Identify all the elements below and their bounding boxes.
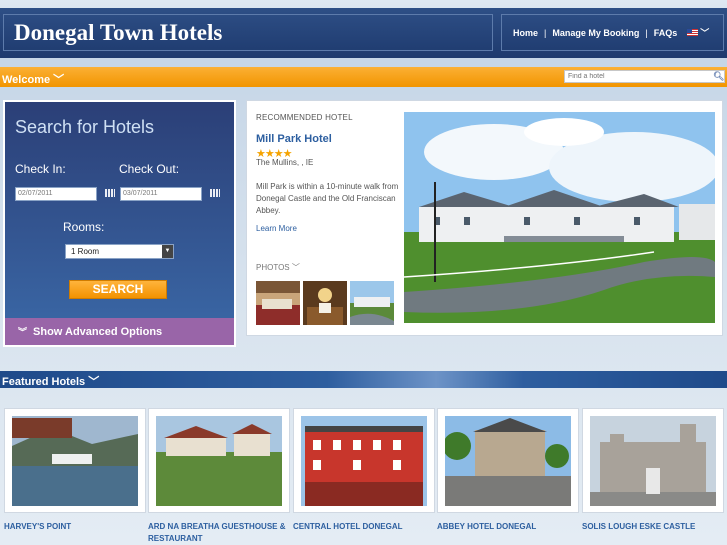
featured-hotel-name[interactable]: ABBEY HOTEL DONEGAL (437, 521, 579, 533)
chevron-down-icon: ﹀ (53, 74, 65, 86)
featured-toggle[interactable]: Featured Hotels ﹀ (2, 373, 99, 389)
find-hotel-input[interactable] (564, 70, 725, 83)
featured-hotel-name[interactable]: HARVEY'S POINT (4, 521, 146, 533)
hotel-location: The Mullins, , IE (256, 158, 314, 167)
nav-manage-booking-link[interactable]: Manage My Booking (552, 28, 639, 38)
welcome-label: Welcome (2, 74, 51, 86)
title-box: Donegal Town Hotels (3, 14, 493, 51)
featured-hotels-bar: Featured Hotels ﹀ (0, 371, 727, 388)
flag-icon[interactable] (687, 29, 699, 36)
check-in-input[interactable]: 02/07/2011 (15, 187, 97, 201)
rooms-label: Rooms: (63, 220, 105, 234)
recommended-label: RECOMMENDED HOTEL (256, 113, 353, 122)
search-button[interactable]: SEARCH (69, 280, 167, 299)
advanced-options-toggle[interactable]: ︾ Show Advanced Options (5, 318, 234, 345)
photos-label: PHOTOS (256, 263, 290, 272)
site-header: Donegal Town Hotels Home | Manage My Boo… (0, 8, 727, 58)
rooms-select-value: 1 Room (71, 247, 100, 256)
rooms-select[interactable]: 1 Room ▼ (65, 244, 174, 259)
hotel-image-central-hotel (301, 416, 427, 506)
nav-faqs-link[interactable]: FAQs (654, 28, 678, 38)
nav-separator: | (544, 27, 547, 38)
hotel-description: Mill Park is within a 10-minute walk fro… (256, 182, 399, 215)
photo-thumbnail-interior[interactable] (303, 281, 347, 325)
nav-separator: | (645, 27, 648, 38)
featured-hotel-card[interactable] (582, 408, 724, 513)
check-in-label: Check In: (15, 162, 66, 176)
hotel-image-ard-na-breatha (156, 416, 282, 506)
hotel-image-solis-lough-eske (590, 416, 716, 506)
featured-hotel-card[interactable] (437, 408, 579, 513)
featured-label: Featured Hotels (2, 376, 86, 388)
featured-hotel-card[interactable] (148, 408, 290, 513)
double-chevron-down-icon: ︾ (18, 327, 28, 337)
photos-toggle[interactable]: PHOTOS ﹀ (256, 262, 300, 273)
recommended-hotel-image (404, 112, 715, 323)
featured-hotel-name[interactable]: CENTRAL HOTEL DONEGAL (293, 521, 435, 533)
chevron-down-icon: ﹀ (291, 263, 300, 272)
search-panel: Search for Hotels Check In: Check Out: 0… (3, 100, 236, 347)
dropdown-arrow-icon[interactable]: ▼ (162, 245, 173, 258)
recommended-hotel-name[interactable]: Mill Park Hotel (256, 133, 332, 145)
featured-hotel-card[interactable] (293, 408, 435, 513)
photo-thumbnail-bedroom[interactable] (256, 281, 300, 325)
calendar-icon[interactable] (105, 189, 115, 197)
search-title: Search for Hotels (15, 117, 155, 137)
nav-home-link[interactable]: Home (513, 28, 538, 38)
recommended-hotel-panel: RECOMMENDED HOTEL Mill Park Hotel ★★★★ T… (246, 100, 723, 336)
check-out-label: Check Out: (119, 162, 180, 176)
featured-hotel-name[interactable]: SOLIS LOUGH ESKE CASTLE (582, 521, 724, 533)
welcome-bar: Welcome ﹀ 🔍︎ (0, 67, 727, 87)
featured-hotel-name[interactable]: ARD NA BREATHA GUESTHOUSE & RESTAURANT (148, 521, 290, 545)
chevron-down-icon[interactable]: ﹀ (700, 26, 709, 39)
check-out-input[interactable]: 03/07/2011 (120, 187, 202, 201)
search-icon[interactable]: 🔍︎ (713, 71, 724, 82)
site-title[interactable]: Donegal Town Hotels (14, 20, 222, 46)
advanced-options-label: Show Advanced Options (33, 325, 163, 338)
hotel-image-harveys-point (12, 416, 138, 506)
featured-hotel-card[interactable] (4, 408, 146, 513)
calendar-icon[interactable] (210, 189, 220, 197)
chevron-down-icon: ﹀ (88, 376, 100, 388)
welcome-toggle[interactable]: Welcome ﹀ (2, 71, 64, 87)
hotel-image-abbey-hotel (445, 416, 571, 506)
learn-more-link[interactable]: Learn More (256, 224, 297, 233)
top-nav: Home | Manage My Booking | FAQs ﹀ (501, 14, 724, 51)
photo-thumbnail-exterior[interactable] (350, 281, 394, 325)
